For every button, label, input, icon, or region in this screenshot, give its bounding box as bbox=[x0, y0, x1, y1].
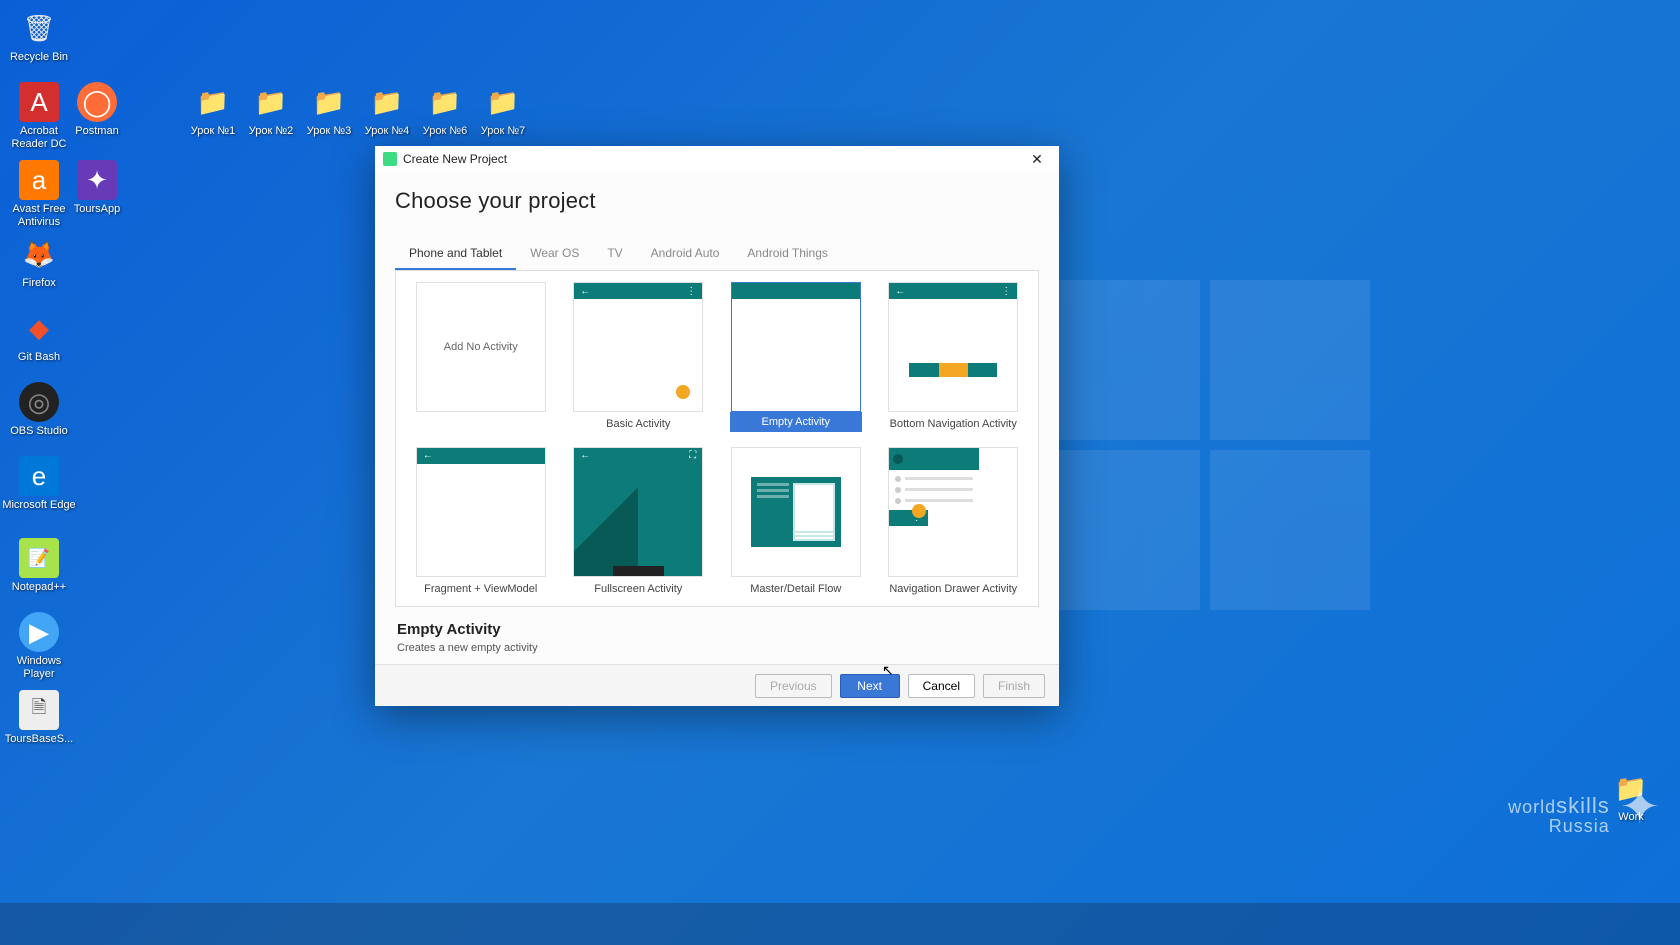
template-preview-label: Add No Activity bbox=[444, 341, 518, 353]
template-basic-activity[interactable]: ←⋮ Basic Activity bbox=[564, 281, 714, 434]
windows-taskbar[interactable] bbox=[0, 903, 1680, 945]
tab-wear-os[interactable]: Wear OS bbox=[516, 238, 593, 270]
desktop-icon-toursapp[interactable]: ✦ ToursApp bbox=[60, 160, 134, 216]
desktop-icon-toursbase[interactable]: 🗎 ToursBaseS... bbox=[2, 690, 76, 746]
template-navigation-drawer[interactable]: ⋮ Navigation Drawer Activity bbox=[879, 446, 1029, 597]
windows-logo-bg bbox=[1040, 280, 1380, 620]
avast-icon: a bbox=[19, 160, 59, 200]
cancel-button[interactable]: Cancel bbox=[908, 674, 975, 698]
template-label: Fragment + ViewModel bbox=[424, 583, 537, 595]
watermark-line3: Russia bbox=[1549, 816, 1610, 836]
desktop-icon-label: Microsoft Edge bbox=[2, 499, 76, 512]
desktop-icon-obs[interactable]: ◎ OBS Studio bbox=[2, 382, 76, 438]
desktop-icon-label: Git Bash bbox=[2, 351, 76, 364]
desktop-icon-label: Recycle Bin bbox=[2, 51, 76, 64]
notepadpp-icon: 📝 bbox=[19, 538, 59, 578]
form-factor-tabs: Phone and Tablet Wear OS TV Android Auto… bbox=[395, 238, 1039, 271]
desktop-icon-firefox[interactable]: 🦊 Firefox bbox=[2, 234, 76, 290]
desktop-icon-edge[interactable]: e Microsoft Edge bbox=[2, 456, 76, 512]
obs-icon: ◎ bbox=[19, 382, 59, 422]
edge-icon: e bbox=[19, 456, 59, 496]
folder-icon: 📁 bbox=[483, 82, 523, 122]
template-empty-activity[interactable]: Empty Activity bbox=[721, 281, 871, 434]
template-description: Empty Activity Creates a new empty activ… bbox=[395, 607, 1039, 664]
previous-button: Previous bbox=[755, 674, 832, 698]
acrobat-icon: A bbox=[19, 82, 59, 122]
dialog-titlebar[interactable]: Create New Project ✕ bbox=[375, 146, 1059, 172]
template-add-no-activity[interactable]: Add No Activity . bbox=[406, 281, 556, 434]
desktop-icon-notepadpp[interactable]: 📝 Notepad++ bbox=[2, 538, 76, 594]
folder-icon: 📁 bbox=[425, 82, 465, 122]
toursbase-icon: 🗎 bbox=[19, 690, 59, 730]
watermark-line1: world bbox=[1508, 797, 1556, 817]
folder-icon: 📁 bbox=[193, 82, 233, 122]
desktop-icon-lesson6[interactable]: 📁 Урок №7 bbox=[466, 82, 540, 138]
folder-icon: 📁 bbox=[309, 82, 349, 122]
tab-android-things[interactable]: Android Things bbox=[733, 238, 842, 270]
desktop-icon-wmplayer[interactable]: ▶ Windows Player bbox=[2, 612, 76, 680]
next-button[interactable]: Next bbox=[840, 674, 900, 698]
finish-button: Finish bbox=[983, 674, 1045, 698]
desktop-icon-label: ToursApp bbox=[60, 203, 134, 216]
desktop-icon-recycle-bin[interactable]: 🗑 Recycle Bin bbox=[2, 8, 76, 64]
firefox-icon: 🦊 bbox=[19, 234, 59, 274]
template-label: Bottom Navigation Activity bbox=[890, 418, 1017, 430]
close-button[interactable]: ✕ bbox=[1019, 146, 1055, 172]
template-label: Basic Activity bbox=[606, 418, 670, 430]
template-label: Navigation Drawer Activity bbox=[889, 583, 1017, 595]
selected-template-desc: Creates a new empty activity bbox=[397, 642, 1037, 654]
star-icon: ✦ bbox=[1620, 779, 1660, 835]
desktop-icon-label: OBS Studio bbox=[2, 425, 76, 438]
template-grid: Add No Activity . ←⋮ Basic Activity Empt… bbox=[395, 271, 1039, 607]
folder-icon: 📁 bbox=[367, 82, 407, 122]
desktop-icon-postman[interactable]: ◯ Postman bbox=[60, 82, 134, 138]
recycle-bin-icon: 🗑 bbox=[19, 8, 59, 48]
worldskills-watermark: worldskills Russia ✦ bbox=[1508, 779, 1660, 835]
desktop-icon-label: ToursBaseS... bbox=[2, 733, 76, 746]
dialog-footer: Previous Next Cancel Finish bbox=[375, 664, 1059, 706]
dialog-title: Create New Project bbox=[403, 152, 507, 166]
template-label: Empty Activity bbox=[730, 412, 862, 432]
folder-icon: 📁 bbox=[251, 82, 291, 122]
tab-tv[interactable]: TV bbox=[593, 238, 636, 270]
template-label: Master/Detail Flow bbox=[750, 583, 841, 595]
template-master-detail[interactable]: Master/Detail Flow bbox=[721, 446, 871, 597]
selected-template-title: Empty Activity bbox=[397, 621, 1037, 638]
desktop-icon-gitbash[interactable]: ◆ Git Bash bbox=[2, 308, 76, 364]
postman-icon: ◯ bbox=[77, 82, 117, 122]
wmplayer-icon: ▶ bbox=[19, 612, 59, 652]
desktop-icon-label: Windows Player bbox=[2, 655, 76, 680]
template-label: Fullscreen Activity bbox=[594, 583, 682, 595]
tab-phone-tablet[interactable]: Phone and Tablet bbox=[395, 238, 516, 270]
dialog-heading: Choose your project bbox=[395, 188, 1039, 214]
template-fragment-viewmodel[interactable]: ← Fragment + ViewModel bbox=[406, 446, 556, 597]
desktop-icon-label: Notepad++ bbox=[2, 581, 76, 594]
template-bottom-navigation[interactable]: ←⋮ Bottom Navigation Activity bbox=[879, 281, 1029, 434]
tab-android-auto[interactable]: Android Auto bbox=[637, 238, 734, 270]
desktop-icon-label: Урок №7 bbox=[466, 125, 540, 138]
desktop-icon-label: Postman bbox=[60, 125, 134, 138]
create-project-dialog: Create New Project ✕ Choose your project… bbox=[375, 146, 1059, 706]
watermark-line2: skills bbox=[1556, 793, 1610, 818]
desktop-icon-label: Firefox bbox=[2, 277, 76, 290]
gitbash-icon: ◆ bbox=[19, 308, 59, 348]
template-fullscreen-activity[interactable]: ←⛶ Fullscreen Activity bbox=[564, 446, 714, 597]
toursapp-icon: ✦ bbox=[77, 160, 117, 200]
android-studio-icon bbox=[383, 152, 397, 166]
